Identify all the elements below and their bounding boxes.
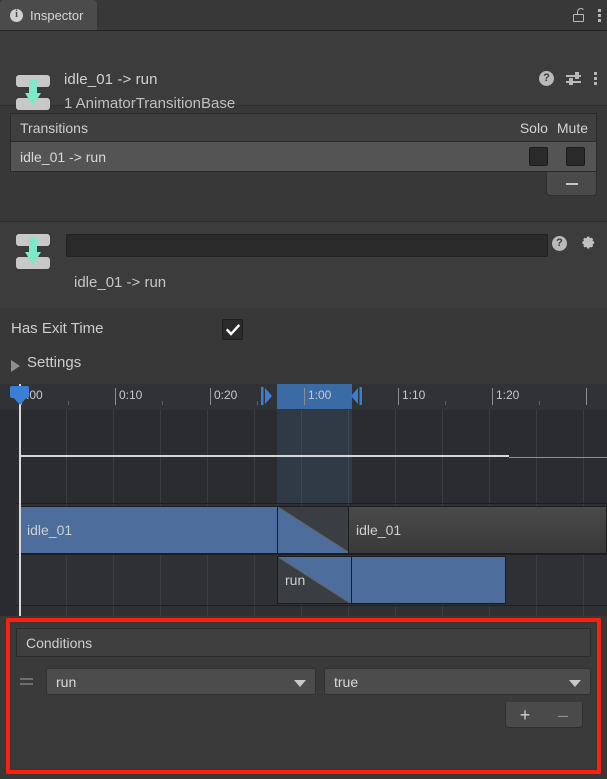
ruler-tick-label: 0:20	[214, 388, 238, 402]
tab-inspector[interactable]: i Inspector	[0, 0, 98, 30]
kebab-menu-icon[interactable]	[593, 72, 597, 85]
preset-icon[interactable]	[566, 71, 581, 86]
timeline-grid: idle_01 idle_01 run	[0, 410, 607, 616]
lock-icon[interactable]	[573, 8, 585, 22]
tab-bar-actions	[573, 0, 601, 30]
solo-mute-headers: Solo Mute	[520, 120, 588, 136]
clip-idle-01-fadeout[interactable]	[277, 506, 352, 554]
settings-label: Settings	[27, 354, 82, 371]
clip-run-fadein[interactable]: run	[277, 556, 352, 604]
remove-transition-button[interactable]	[546, 172, 597, 196]
ruler-tick-label: 1:10	[402, 388, 426, 402]
clip-label: run	[285, 572, 306, 588]
transition-end-marker-icon[interactable]	[350, 386, 362, 405]
object-title: idle_01 -> run	[64, 71, 158, 88]
triangle-right-icon	[11, 360, 20, 372]
transition-row-label: idle_01 -> run	[20, 148, 107, 165]
playhead-marker-icon[interactable]	[10, 386, 29, 405]
transitions-label: Transitions	[20, 119, 88, 136]
clip-run[interactable]	[351, 556, 506, 604]
solo-checkbox[interactable]	[529, 147, 548, 166]
settings-foldout[interactable]: Settings	[0, 349, 607, 382]
inspector-window: i Inspector idle_01 -> run 1 AnimatorTra…	[0, 0, 607, 779]
transition-name-input[interactable]	[66, 234, 548, 257]
animator-transition-icon	[13, 73, 53, 113]
gear-icon[interactable]	[581, 236, 596, 251]
transition-start-marker-icon[interactable]	[261, 386, 273, 405]
transitions-list-header: Transitions Solo Mute	[10, 113, 597, 141]
clip-idle-01-destination[interactable]: idle_01	[348, 506, 607, 554]
transition-name-subtitle: idle_01 -> run	[74, 274, 167, 291]
timeline-ruler[interactable]: :00 0:10 0:20 1:00 1:10 1:20	[0, 384, 607, 411]
transition-name-block: ? idle_01 -> run	[0, 222, 607, 308]
ruler-tick-label: 1:20	[496, 388, 520, 402]
timeline-selection-column	[277, 410, 352, 504]
help-icon[interactable]: ?	[539, 71, 554, 86]
transition-curve-line-tail	[509, 457, 607, 458]
clip-idle-01-source[interactable]: idle_01	[19, 506, 278, 554]
mute-checkbox[interactable]	[566, 147, 585, 166]
kebab-menu-icon[interactable]	[597, 8, 601, 22]
clip-label: idle_01	[356, 522, 402, 538]
transition-curve-line	[19, 455, 509, 457]
help-icon[interactable]: ?	[552, 236, 567, 251]
solo-label: Solo	[519, 119, 548, 136]
transitions-list-footer	[10, 172, 597, 200]
object-subtitle: 1 AnimatorTransitionBase	[64, 95, 236, 112]
animator-transition-icon	[13, 232, 53, 272]
object-header-actions: ?	[539, 71, 597, 86]
mute-label: Mute	[556, 119, 588, 136]
name-block-actions: ?	[552, 236, 596, 251]
tab-inspector-label: Inspector	[30, 7, 84, 23]
ruler-tick-label: 1:00	[308, 388, 332, 402]
conditions-highlight-box	[6, 618, 601, 774]
table-row[interactable]: idle_01 -> run	[10, 141, 597, 172]
object-header: idle_01 -> run 1 AnimatorTransitionBase …	[0, 31, 607, 112]
timeline-playhead[interactable]	[19, 384, 21, 616]
info-icon: i	[10, 8, 23, 22]
transition-timeline[interactable]: :00 0:10 0:20 1:00 1:10 1:20 idle_01 idl…	[0, 384, 607, 616]
transitions-list: Transitions Solo Mute idle_01 -> run	[10, 113, 597, 200]
clip-label: idle_01	[27, 522, 73, 538]
timeline-gutter	[0, 410, 16, 616]
has-exit-time-label: Has Exit Time	[11, 320, 104, 337]
has-exit-time-row: Has Exit Time	[0, 309, 607, 349]
transition-row-toggles	[529, 147, 585, 166]
ruler-tick-label: 0:10	[119, 388, 143, 402]
tab-bar: i Inspector	[0, 0, 607, 31]
has-exit-time-checkbox[interactable]	[222, 319, 243, 340]
